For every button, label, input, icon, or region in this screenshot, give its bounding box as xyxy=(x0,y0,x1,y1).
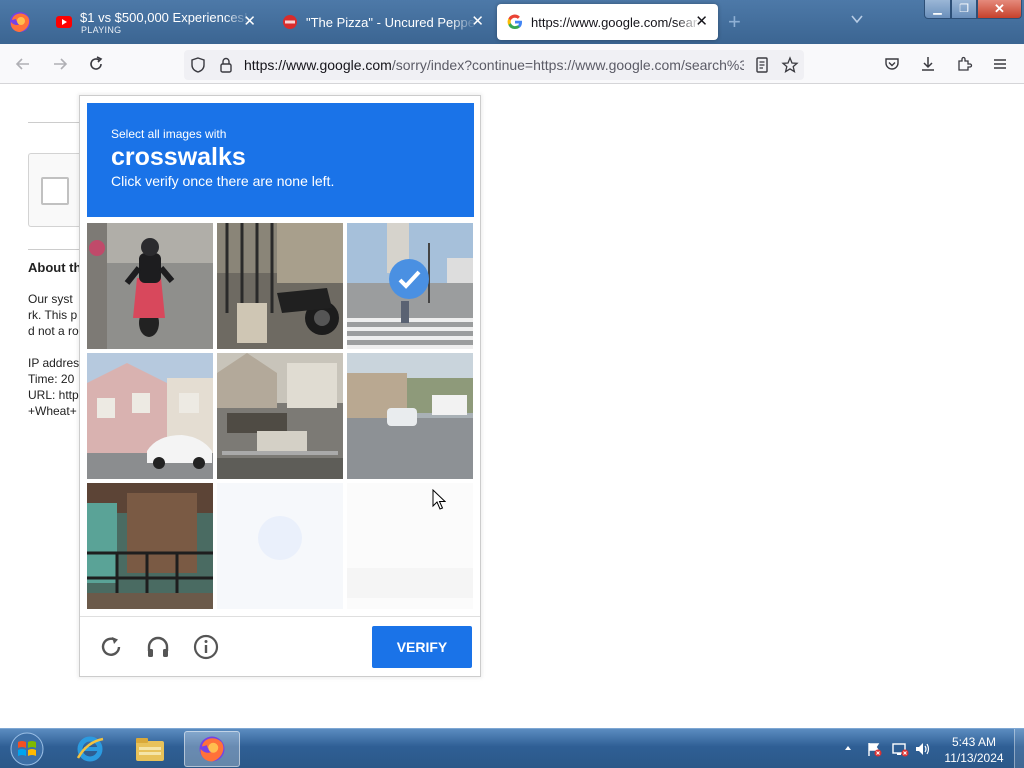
challenge-tile-building-gate[interactable] xyxy=(87,483,213,609)
reload-icon[interactable] xyxy=(87,55,105,73)
url-text: https://www.google.com/sorry/index?conti… xyxy=(244,57,744,73)
reload-icon[interactable] xyxy=(98,634,124,660)
close-tab-icon[interactable]: ✕ xyxy=(695,14,708,29)
volume-icon[interactable] xyxy=(914,741,932,757)
restore-window-button[interactable]: ❐ xyxy=(951,0,977,19)
taskbar-firefox[interactable] xyxy=(184,731,240,767)
address-bar[interactable]: https://www.google.com/sorry/index?conti… xyxy=(184,50,804,80)
clock-date: 11/13/2024 xyxy=(944,751,1004,765)
browser-tab-strip: $1 vs $500,000 Experiences! - Yo PLAYING… xyxy=(0,0,1024,44)
star-bookmark-icon[interactable] xyxy=(781,56,799,74)
url-line: URL: http xyxy=(28,388,79,402)
tab-title: "The Pizza" - Uncured Pepperoni xyxy=(306,14,476,30)
close-tab-icon[interactable]: ✕ xyxy=(243,14,256,29)
minimize-window-button[interactable]: ▁ xyxy=(924,0,951,19)
info-icon[interactable] xyxy=(193,634,219,660)
pocket-icon[interactable] xyxy=(883,55,901,73)
url-path: /sorry/index?continue=https://www.google… xyxy=(391,57,744,73)
headphones-icon[interactable] xyxy=(145,634,171,660)
challenge-tile-houses-white-car[interactable] xyxy=(87,353,213,479)
back-arrow-icon[interactable] xyxy=(14,55,32,73)
new-tab-icon[interactable]: + xyxy=(728,9,741,35)
internet-explorer-icon xyxy=(76,736,104,762)
network-icon[interactable] xyxy=(891,741,909,757)
challenge-tile-street-crosswalk[interactable] xyxy=(347,223,473,349)
taskbar-clock[interactable]: 5:43 AM 11/13/2024 xyxy=(934,734,1014,766)
paragraph-line: d not a ro xyxy=(28,324,79,338)
pizza-brand-icon xyxy=(283,15,297,29)
show-desktop-button[interactable] xyxy=(1014,729,1024,768)
recaptcha-checkbox[interactable] xyxy=(41,177,69,205)
challenge-header: Select all images with crosswalks Click … xyxy=(87,103,474,217)
firefox-icon[interactable] xyxy=(8,10,32,34)
url-host: https://www.google.com xyxy=(244,57,392,73)
footer-divider xyxy=(80,616,480,617)
challenge-tile-street-parked-cars[interactable] xyxy=(347,353,473,479)
file-explorer-icon xyxy=(136,738,164,761)
tab-google-active[interactable]: https://www.google.com/search ✕ xyxy=(497,4,718,40)
windows-taskbar: 5:43 AM 11/13/2024 xyxy=(0,728,1024,768)
challenge-tile-loading[interactable] xyxy=(347,483,473,609)
chevron-down-icon[interactable] xyxy=(850,12,864,26)
tab-pizza[interactable]: "The Pizza" - Uncured Pepperoni ✕ xyxy=(272,4,494,40)
tab-title: $1 vs $500,000 Experiences! - Yo xyxy=(80,10,250,25)
close-window-button[interactable]: ✕ xyxy=(977,0,1022,19)
challenge-tile-motorcycle-rider[interactable] xyxy=(87,223,213,349)
tab-playing-label: PLAYING xyxy=(81,25,122,35)
paragraph-line: rk. This p xyxy=(28,308,78,322)
lock-icon[interactable] xyxy=(217,56,235,74)
paragraph-line: Our syst xyxy=(28,292,73,306)
challenge-tile-street-vehicles[interactable] xyxy=(217,353,343,479)
clock-time: 5:43 AM xyxy=(951,735,997,749)
hamburger-menu-icon[interactable] xyxy=(991,55,1009,73)
extensions-icon[interactable] xyxy=(955,55,973,73)
verify-button[interactable]: VERIFY xyxy=(372,626,472,668)
firefox-icon xyxy=(199,736,225,762)
youtube-icon xyxy=(56,16,72,28)
selected-check-icon xyxy=(389,259,429,299)
challenge-target: crosswalks xyxy=(111,143,246,171)
mouse-cursor-icon xyxy=(432,489,446,510)
forward-arrow-icon[interactable] xyxy=(51,55,69,73)
challenge-hint: Click verify once there are none left. xyxy=(111,173,335,189)
shield-icon[interactable] xyxy=(189,56,207,74)
time-line: Time: 20 xyxy=(28,372,75,386)
action-center-flag-icon[interactable] xyxy=(866,741,882,757)
tab-title: https://www.google.com/search xyxy=(531,14,701,30)
windows-start-icon[interactable] xyxy=(4,731,50,767)
close-tab-icon[interactable]: ✕ xyxy=(471,14,484,29)
ip-address-line: IP addres xyxy=(28,356,80,370)
taskbar-file-explorer[interactable] xyxy=(122,731,178,767)
challenge-tile-loading[interactable] xyxy=(217,483,343,609)
challenge-tile-parked-motorcycle[interactable] xyxy=(217,223,343,349)
challenge-instruction: Select all images with xyxy=(111,127,227,141)
tab-youtube[interactable]: $1 vs $500,000 Experiences! - Yo PLAYING… xyxy=(46,4,266,40)
taskbar-internet-explorer[interactable] xyxy=(62,731,118,767)
download-icon[interactable] xyxy=(919,55,937,73)
about-heading: About th xyxy=(28,260,82,275)
navigation-toolbar: https://www.google.com/sorry/index?conti… xyxy=(0,44,1024,84)
url-continuation-line: +Wheat+ xyxy=(28,404,77,418)
reader-view-icon[interactable] xyxy=(753,56,771,74)
recaptcha-image-challenge: Select all images with crosswalks Click … xyxy=(79,95,481,677)
google-icon xyxy=(507,14,522,30)
show-hidden-icons-icon[interactable] xyxy=(843,743,853,753)
